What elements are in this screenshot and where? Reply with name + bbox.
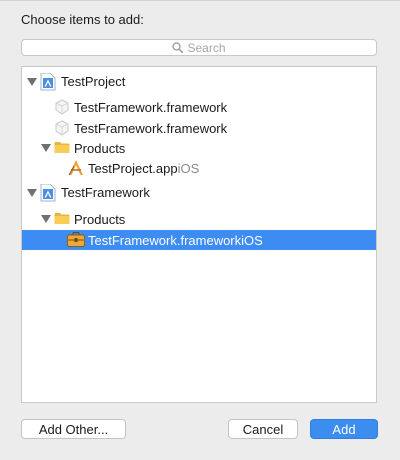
search-placeholder: Search <box>187 40 226 55</box>
add-button[interactable]: Add <box>310 419 378 439</box>
tree-label: TestFramework.framework <box>74 100 228 115</box>
platform-label: iOS <box>177 161 200 176</box>
cancel-button[interactable]: Cancel <box>228 419 298 439</box>
tree-label: TestProject.appiOS <box>88 161 200 176</box>
tree-row-testproject-app[interactable]: TestProject.appiOS <box>22 158 376 178</box>
tree-row-testframework-framework[interactable]: TestFramework.frameworkiOS <box>22 230 376 250</box>
search-icon <box>172 42 184 53</box>
xcode-project-icon <box>40 183 56 205</box>
tree-row-framework-1[interactable]: TestFramework.framework <box>22 97 376 117</box>
tree-label: TestProject <box>61 74 126 89</box>
tree-row-products-1[interactable]: Products <box>22 138 376 158</box>
tree-row-framework-2[interactable]: TestFramework.framework <box>22 118 376 138</box>
disclosure-triangle-icon[interactable] <box>41 144 51 152</box>
disclosure-triangle-icon[interactable] <box>27 189 37 197</box>
platform-label: iOS <box>241 233 263 248</box>
folder-icon <box>54 141 70 157</box>
top-divider <box>0 0 400 1</box>
app-icon <box>68 159 84 179</box>
add-other-button[interactable]: Add Other... <box>21 419 126 439</box>
framework-icon <box>55 120 69 139</box>
tree-label: TestFramework <box>61 185 150 200</box>
disclosure-triangle-icon[interactable] <box>27 78 37 86</box>
items-tree[interactable]: TestProject TestFramework.framework Test… <box>21 66 377 403</box>
tree-row-testframework[interactable]: TestFramework <box>22 183 376 203</box>
disclosure-triangle-icon[interactable] <box>41 215 51 223</box>
tree-label: TestFramework.frameworkiOS <box>88 233 263 248</box>
tree-label: Products <box>74 141 126 156</box>
tree-label: Products <box>74 212 126 227</box>
tree-row-products-2[interactable]: Products <box>22 209 376 229</box>
xcode-project-icon <box>40 72 56 94</box>
toolbox-icon <box>67 231 85 250</box>
framework-icon <box>55 99 69 118</box>
tree-row-testproject[interactable]: TestProject <box>22 72 376 92</box>
folder-icon <box>54 212 70 228</box>
search-field[interactable]: Search <box>21 39 377 56</box>
tree-label: TestFramework.framework <box>74 121 228 136</box>
dialog-heading: Choose items to add: <box>21 12 144 27</box>
